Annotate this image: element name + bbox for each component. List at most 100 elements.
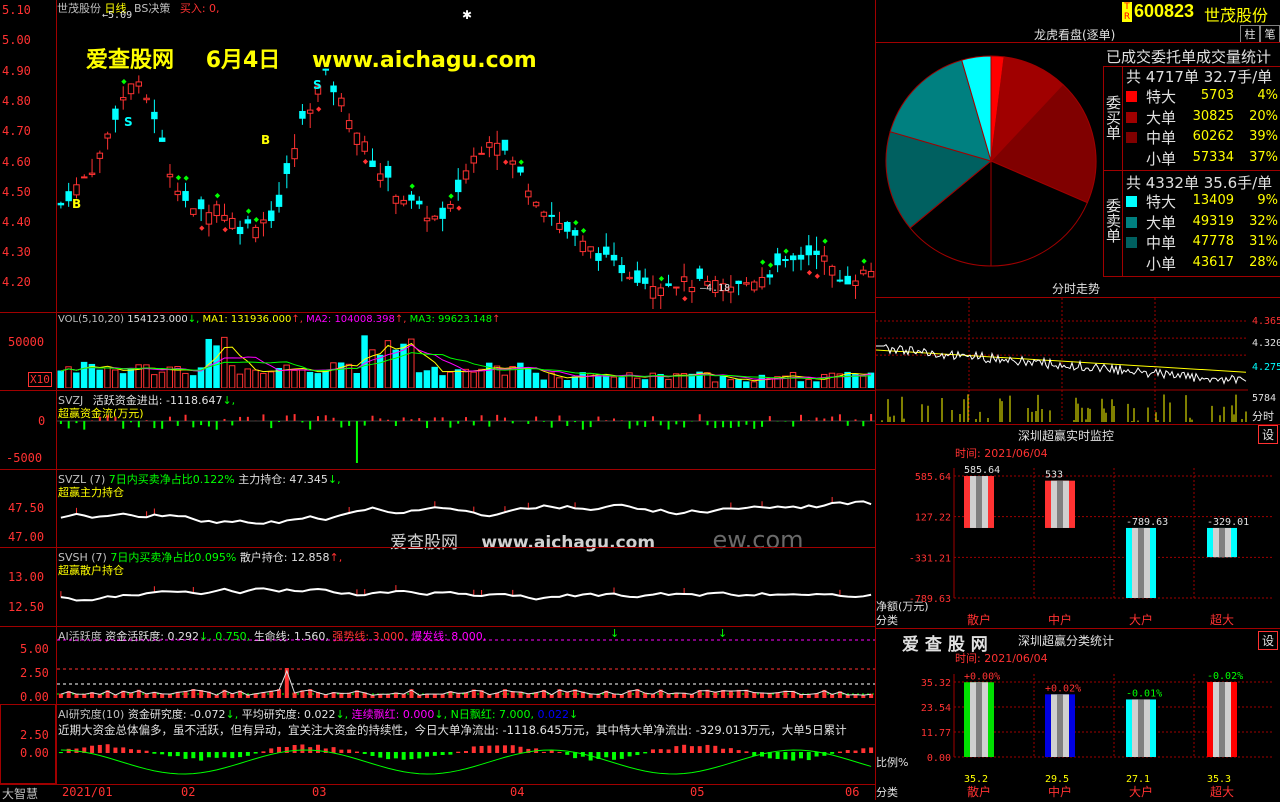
candle-body: [127, 83, 135, 95]
research-bar: [604, 752, 609, 758]
research-bar: [136, 749, 141, 753]
research-curve: [60, 749, 872, 775]
volume-bar: [299, 369, 306, 388]
intraday-axis-tick: 4.320: [1252, 338, 1280, 349]
research-bar: [90, 745, 95, 753]
ai-research-chart[interactable]: [57, 738, 875, 784]
signal-dot: ◆: [807, 268, 813, 276]
bar-value-label: -789.63: [1126, 517, 1168, 528]
buy-signal: B: [261, 133, 271, 147]
ai-research-axis-tick: 0.00: [20, 746, 49, 760]
candle-body: [626, 276, 633, 280]
candle-body: [758, 276, 766, 288]
candle-body: [634, 270, 641, 283]
research-bar: [409, 752, 414, 760]
research-bar: [230, 752, 235, 759]
research-bar: [721, 748, 726, 753]
candle-body: [190, 208, 197, 215]
candle-body: [384, 165, 392, 178]
vol-unit-badge[interactable]: X10: [28, 372, 52, 387]
bar-value-label: 27.1: [1126, 774, 1150, 785]
order-count: 30825: [1192, 108, 1234, 124]
time-tick: 05: [690, 785, 705, 799]
volume-bar: [532, 372, 540, 388]
ai-active-chart[interactable]: [57, 638, 875, 702]
research-bar: [448, 752, 453, 755]
candle-body: [556, 222, 563, 230]
volume-bar: [361, 335, 368, 388]
order-percent: 39%: [1249, 129, 1278, 144]
research-bar: [869, 747, 874, 753]
bar-delta-label: -0.02%: [1207, 671, 1243, 682]
volume-bar: [688, 373, 695, 388]
research-bar: [339, 749, 344, 753]
volume-bar: [431, 366, 438, 388]
monitor-bar-chart[interactable]: 585.64 127.22 -331.21 -789.63 585.64 散户 533 中户 -…: [876, 458, 1280, 628]
candle-body: [587, 246, 594, 252]
order-pie-chart[interactable]: [880, 50, 1102, 272]
svzj-chart[interactable]: [57, 395, 875, 467]
bar-value-label: 29.5: [1045, 774, 1069, 785]
price-tick: 4.70: [2, 124, 31, 138]
volume-bar: [743, 381, 750, 388]
candle-body: [416, 200, 423, 205]
y-axis-label: 比例%: [876, 755, 908, 769]
candle-body: [291, 148, 298, 160]
buy-order-row: 大单 30825 20%: [1126, 107, 1280, 128]
axis-tick: 35.32: [921, 678, 951, 689]
volume-bar: [213, 345, 220, 388]
bar-value-label: 533: [1045, 470, 1063, 481]
volume-bar: [470, 371, 477, 388]
research-bar: [245, 752, 250, 756]
research-bar: [66, 748, 71, 753]
candle-body: [610, 254, 618, 261]
candle-body: [119, 97, 127, 101]
bar-mode-button[interactable]: 柱: [1240, 25, 1260, 43]
monitor-settings-button[interactable]: 设: [1258, 425, 1278, 444]
signal-dot: ◆: [822, 237, 828, 245]
intraday-unit: 分时: [1252, 410, 1274, 423]
research-bar: [635, 752, 640, 756]
classify-settings-button[interactable]: 设: [1258, 631, 1278, 650]
order-size-label: 小单: [1146, 254, 1177, 273]
classify-bar-chart[interactable]: 35.32 23.54 11.77 0.00 35.2 +0.00% 散户 29.5 +0.02…: [876, 664, 1280, 800]
price-tick: 4.30: [2, 245, 31, 259]
research-bar: [206, 752, 211, 758]
research-bar: [425, 752, 430, 757]
active-curve: [60, 669, 872, 696]
research-bar: [292, 745, 297, 753]
svsh-chart[interactable]: [57, 558, 875, 624]
order-count: 13409: [1192, 193, 1234, 208]
main-chart-area[interactable]: 世茂股份 日线 BS决策 买入: 0, 5.10 5.00 4.90 4.80 …: [0, 0, 875, 801]
research-bar: [58, 752, 63, 754]
volume-bar: [789, 371, 797, 388]
order-percent: 28%: [1249, 254, 1278, 270]
research-bar: [175, 752, 180, 757]
signal-dot: ◆: [121, 77, 127, 85]
volume-bar: [57, 370, 64, 388]
research-bar: [160, 752, 165, 755]
bar-core: [976, 682, 982, 757]
buy-side-label: 委买单: [1104, 95, 1122, 140]
research-bar: [798, 752, 803, 759]
sell-signal: S: [124, 115, 133, 129]
candle-body: [680, 276, 688, 283]
candle-body: [158, 137, 166, 142]
candle-body: [821, 255, 828, 262]
volume-bar: [244, 368, 251, 388]
intraday-chart[interactable]: [876, 298, 1248, 422]
candle-body: [641, 277, 649, 284]
volume-chart[interactable]: [57, 326, 875, 388]
order-size-label: 大单: [1146, 108, 1177, 127]
candle-body: [369, 160, 376, 168]
intraday-axis-tick: 4.365: [1252, 316, 1280, 327]
candle-body: [805, 245, 813, 256]
sell-side-label: 委卖单: [1104, 198, 1122, 243]
buy-signal: B: [72, 197, 82, 211]
pen-mode-button[interactable]: 笔: [1260, 25, 1280, 43]
signal-dot: ◆: [199, 224, 205, 232]
candle-body: [462, 170, 470, 180]
bar-core: [976, 476, 982, 528]
volume-bar: [260, 372, 267, 388]
order-percent: 32%: [1249, 213, 1278, 229]
